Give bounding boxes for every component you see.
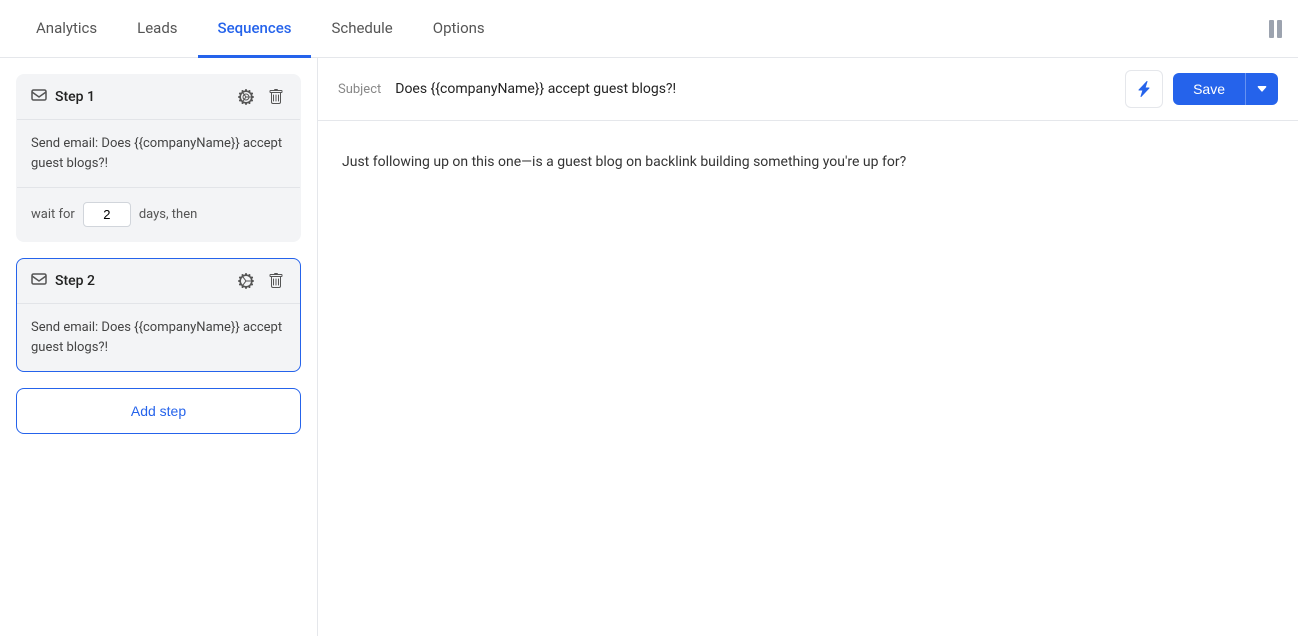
- main-layout: Step 1: [0, 58, 1298, 636]
- lightning-button[interactable]: [1125, 70, 1163, 108]
- right-panel: Subject Does {{companyName}} accept gues…: [318, 58, 1298, 636]
- email-icon-2: [31, 271, 47, 291]
- step2-email-desc: Send email: Does {{companyName}} accept …: [31, 318, 286, 357]
- step1-wait-input[interactable]: [83, 202, 131, 227]
- step1-title: Step 1: [55, 89, 236, 105]
- step-card-2[interactable]: Step 2 Send email:: [16, 258, 301, 372]
- tab-analytics[interactable]: Analytics: [16, 1, 117, 58]
- step1-body: Send email: Does {{companyName}} accept …: [17, 120, 300, 187]
- tab-sequences[interactable]: Sequences: [198, 1, 312, 58]
- step1-actions: [236, 87, 286, 107]
- email-header: Subject Does {{companyName}} accept gues…: [318, 58, 1298, 121]
- add-step-button[interactable]: Add step: [16, 388, 301, 434]
- left-panel: Step 1: [0, 58, 318, 636]
- email-icon-1: [31, 87, 47, 107]
- step1-settings-button[interactable]: [236, 87, 256, 107]
- subject-value: Does {{companyName}} accept guest blogs?…: [395, 81, 1115, 97]
- wait-label-1: wait for: [31, 207, 75, 222]
- pause-button[interactable]: [1269, 20, 1282, 38]
- email-body-text: Just following up on this one—is a guest…: [342, 151, 1274, 173]
- days-then-label-1: days, then: [139, 207, 197, 222]
- step2-header: Step 2: [17, 259, 300, 304]
- step-card-1[interactable]: Step 1: [16, 74, 301, 242]
- spacer-1: [16, 242, 301, 258]
- top-nav: Analytics Leads Sequences Schedule Optio…: [0, 0, 1298, 58]
- step1-email-desc: Send email: Does {{companyName}} accept …: [31, 134, 286, 173]
- step2-body: Send email: Does {{companyName}} accept …: [17, 304, 300, 371]
- step2-actions: [236, 271, 286, 291]
- tab-leads[interactable]: Leads: [117, 1, 197, 58]
- save-button-group: Save: [1173, 73, 1278, 105]
- step2-delete-button[interactable]: [266, 271, 286, 291]
- step1-header: Step 1: [17, 75, 300, 120]
- tab-options[interactable]: Options: [413, 1, 505, 58]
- tab-schedule[interactable]: Schedule: [311, 1, 412, 58]
- save-button[interactable]: Save: [1173, 73, 1245, 105]
- save-dropdown-button[interactable]: [1245, 73, 1278, 105]
- step1-wait: wait for days, then: [17, 187, 300, 241]
- step1-delete-button[interactable]: [266, 87, 286, 107]
- step2-settings-button[interactable]: [236, 271, 256, 291]
- step2-title: Step 2: [55, 273, 236, 289]
- subject-label: Subject: [338, 82, 381, 97]
- email-body: Just following up on this one—is a guest…: [318, 121, 1298, 636]
- nav-tabs: Analytics Leads Sequences Schedule Optio…: [16, 0, 505, 57]
